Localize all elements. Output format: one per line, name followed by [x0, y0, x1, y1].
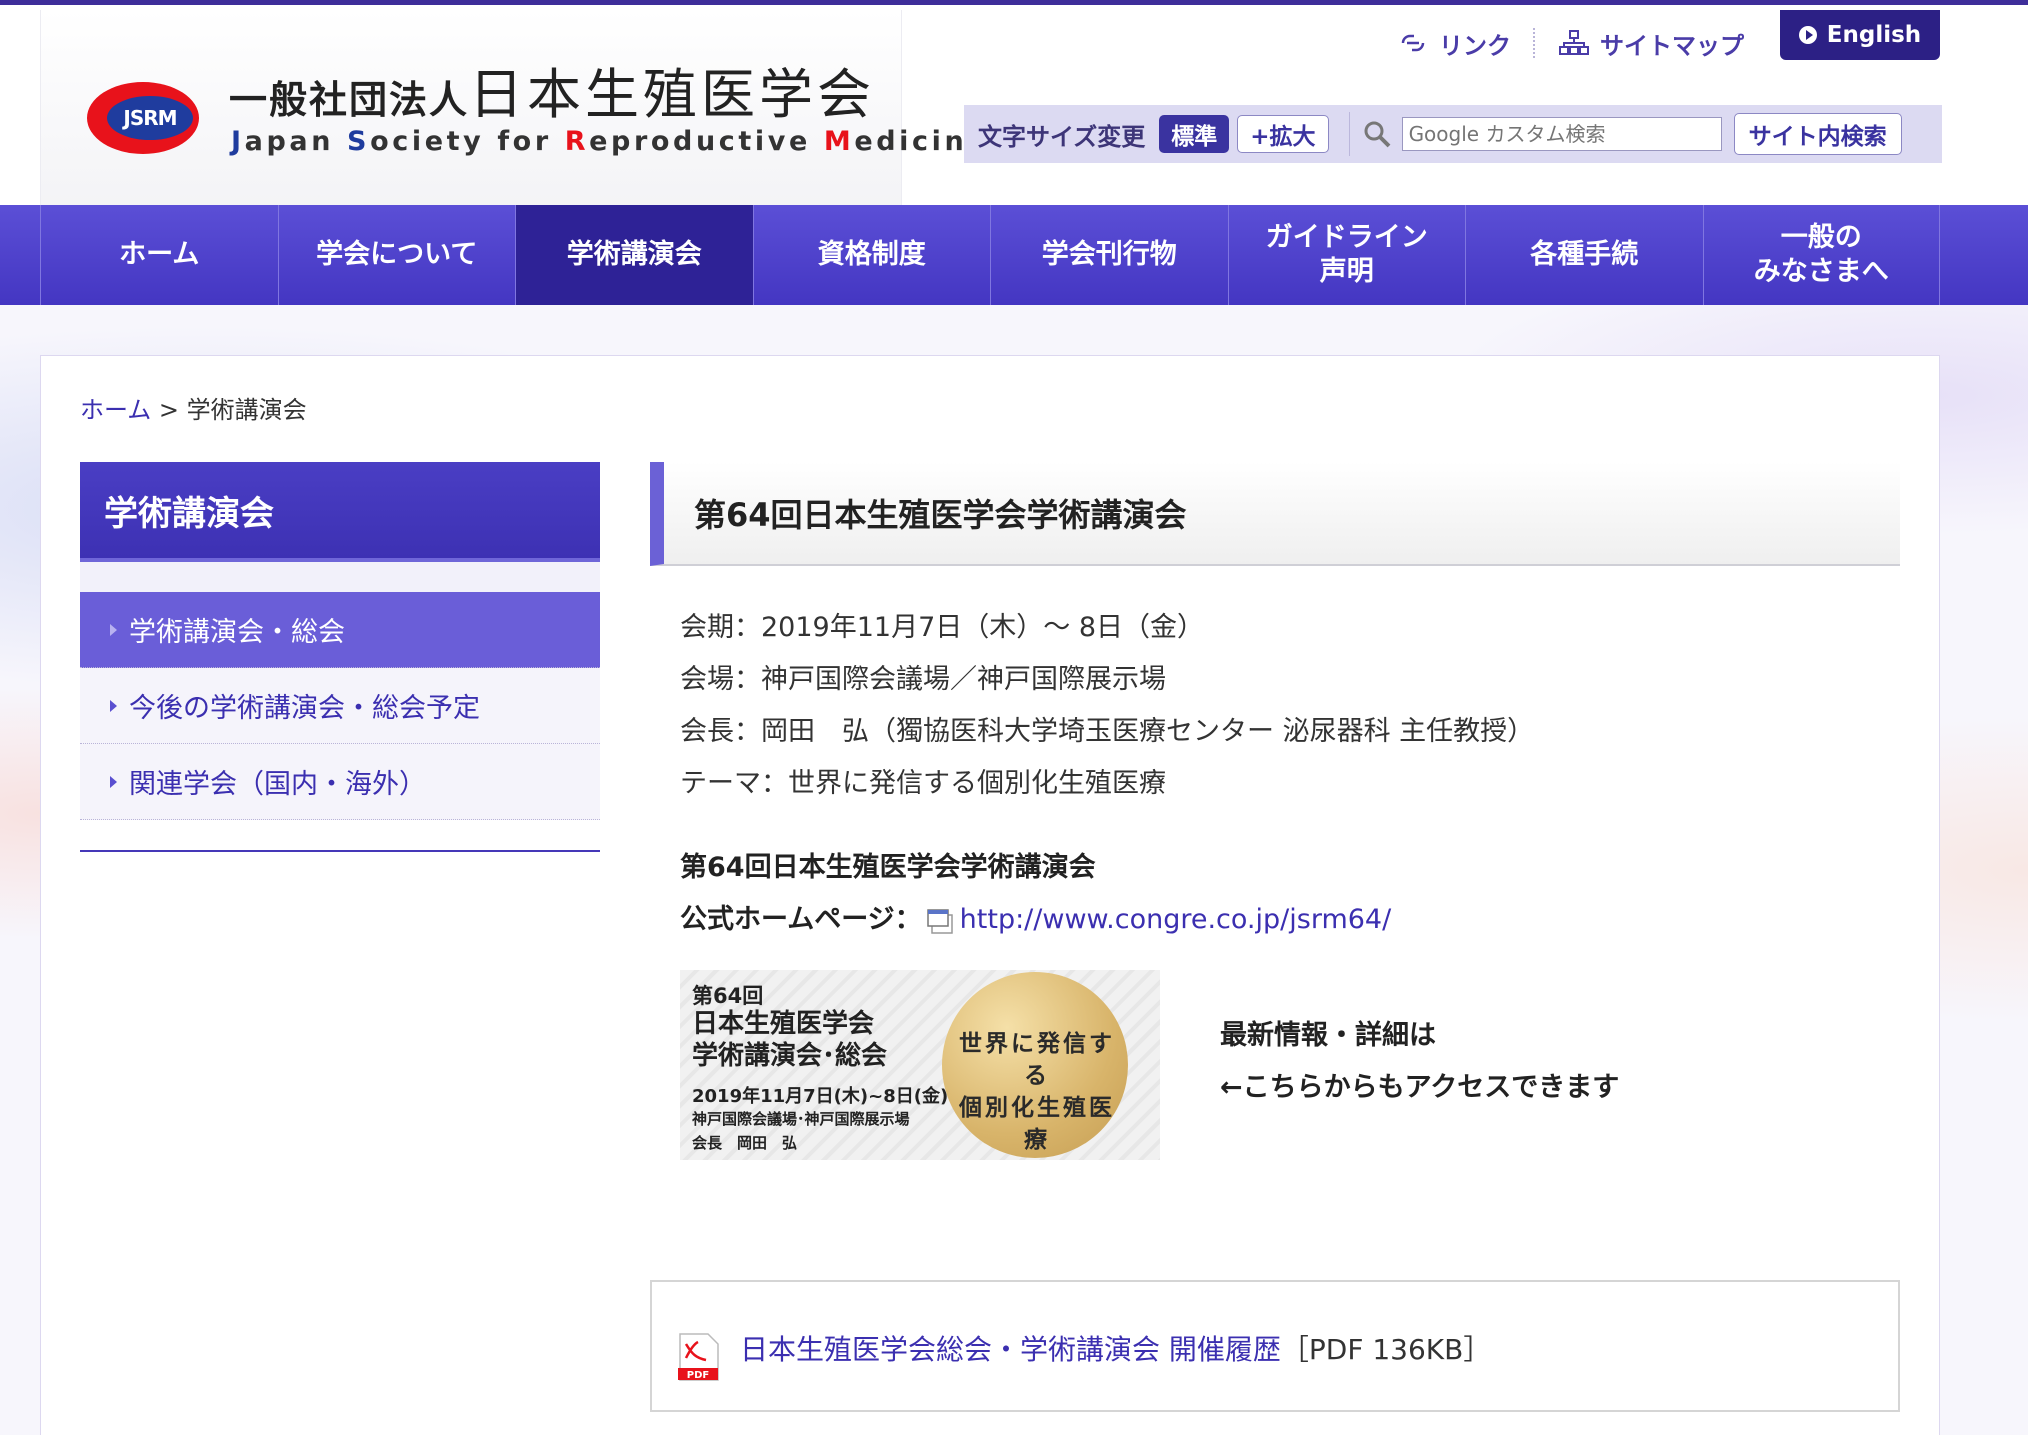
page-title: 第64回日本生殖医学会学術講演会 — [650, 462, 1900, 566]
sidebar-item-meetings-general[interactable]: 学術講演会・総会 — [80, 592, 600, 668]
meeting-dates: 会期：2019年11月7日（木）～ 8日（金） — [680, 612, 1205, 643]
sidebar: 学術講演会 学術講演会・総会 今後の学術講演会・総会予定 関連学会（国内・海外） — [80, 462, 600, 852]
nav-item-home[interactable]: ホーム — [40, 205, 278, 305]
search-input[interactable] — [1401, 117, 1722, 151]
logo-english-name: Japan Society for Reproductive Medicine — [231, 126, 990, 157]
nav-item-public[interactable]: 一般の みなさまへ — [1702, 205, 1940, 305]
history-pdf-box: PDF 日本生殖医学会総会・学術講演会 開催履歴［PDF 136KB］ — [650, 1280, 1900, 1412]
site-header: JSRM 一般社団法人日本生殖医学会 Japan Society for Rep… — [0, 5, 2028, 210]
nav-item-about[interactable]: 学会について — [277, 205, 516, 305]
sidebar-item-upcoming-meetings[interactable]: 今後の学術講演会・総会予定 — [80, 668, 600, 744]
nav-item-certification[interactable]: 資格制度 — [752, 205, 991, 305]
font-size-label: 文字サイズ変更 — [978, 122, 1146, 151]
sidebar-item-related-societies[interactable]: 関連学会（国内・海外） — [80, 744, 600, 820]
site-search-button[interactable]: サイト内検索 — [1733, 113, 1902, 155]
external-window-icon — [926, 908, 953, 934]
meeting-theme: テーマ：世界に発信する個別化生殖医療 — [680, 768, 1166, 799]
logo-japanese-name: 一般社団法人日本生殖医学会 — [229, 63, 876, 126]
nav-item-meetings[interactable]: 学術講演会 — [515, 205, 753, 305]
main-content: 第64回日本生殖医学会学術講演会 会期：2019年11月7日（木）～ 8日（金）… — [650, 462, 1900, 1412]
breadcrumb: ホーム > 学術講演会 — [80, 390, 307, 425]
font-size-standard-button[interactable]: 標準 — [1159, 115, 1230, 153]
official-site-title: 第64回日本生殖医学会学術講演会 — [680, 852, 1096, 883]
triangle-right-icon — [110, 699, 117, 712]
history-pdf-link[interactable]: 日本生殖医学会総会・学術講演会 開催履歴 — [740, 1333, 1281, 1366]
divider — [1348, 112, 1350, 156]
triangle-right-icon — [110, 775, 117, 788]
breadcrumb-separator: > — [158, 396, 180, 424]
triangle-right-icon — [110, 623, 117, 636]
logo-mark: JSRM — [87, 82, 199, 154]
meeting-president: 会長：岡田 弘（獨協医科大学埼玉医療センター 泌尿器科 主任教授） — [680, 716, 1535, 747]
link-icon — [1401, 34, 1425, 52]
svg-text:PDF: PDF — [687, 1370, 709, 1381]
meeting-banner[interactable]: 世界に発信する 個別化生殖医療 第64回 日本生殖医学会 学術講演会･総会 20… — [680, 970, 1160, 1160]
breadcrumb-home-link[interactable]: ホーム — [80, 396, 151, 424]
font-size-large-button[interactable]: +拡大 — [1237, 115, 1329, 153]
play-circle-icon — [1798, 26, 1817, 44]
site-logo[interactable]: JSRM 一般社団法人日本生殖医学会 Japan Society for Rep… — [40, 10, 986, 210]
official-site: 第64回日本生殖医学会学術講演会 公式ホームページ： http://www.con… — [680, 842, 1391, 946]
banner-theme: 世界に発信する 個別化生殖医療 — [959, 1031, 1115, 1153]
search-icon — [1364, 121, 1390, 148]
sitemap-icon — [1559, 30, 1589, 55]
meeting-info: 会期：2019年11月7日（木）～ 8日（金） 会場：神戸国際会議場／神戸国際展… — [680, 602, 1534, 810]
pdf-icon: PDF — [678, 1333, 719, 1381]
nav-item-publications[interactable]: 学会刊行物 — [990, 205, 1228, 305]
global-nav: ホーム 学会について 学術講演会 資格制度 学会刊行物 ガイドライン 声明 各種… — [0, 205, 2028, 305]
tools-bar: 文字サイズ変更 標準 +拡大 サイト内検索 — [964, 105, 1942, 163]
official-site-link[interactable]: http://www.congre.co.jp/jsrm64/ — [960, 904, 1392, 935]
links-link[interactable]: リンク — [1375, 26, 1533, 61]
sitemap-link[interactable]: サイトマップ — [1536, 26, 1766, 61]
pdf-size: ［PDF 136KB］ — [1280, 1333, 1492, 1366]
breadcrumb-current: 学術講演会 — [186, 396, 307, 424]
banner-note: 最新情報・詳細は ←こちらからもアクセスできます — [1220, 1020, 1620, 1103]
utility-links: リンク サイトマップ — [1375, 23, 1766, 63]
sidebar-title: 学術講演会 — [80, 462, 600, 562]
nav-item-procedures[interactable]: 各種手続 — [1465, 205, 1703, 305]
divider — [80, 850, 600, 852]
nav-item-guidelines[interactable]: ガイドライン 声明 — [1227, 205, 1466, 305]
meeting-venue: 会場：神戸国際会議場／神戸国際展示場 — [680, 664, 1166, 695]
official-site-label: 公式ホームページ： — [680, 904, 922, 935]
english-button[interactable]: English — [1780, 10, 1940, 60]
